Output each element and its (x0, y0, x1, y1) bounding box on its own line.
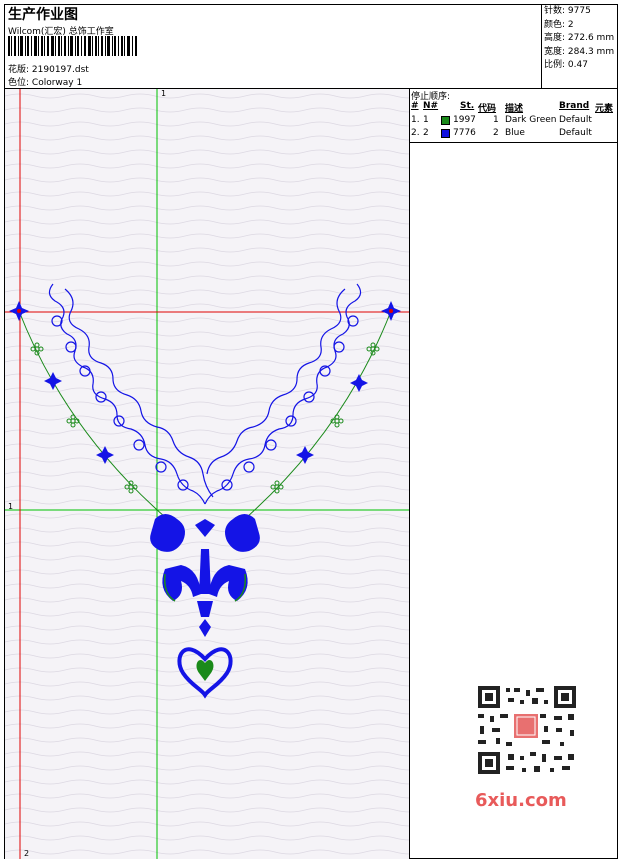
table-row[interactable]: 2. 2 7776 2 Blue Default (411, 128, 617, 140)
colorway-name: Colorway 1 (31, 78, 83, 88)
stat-stitches: 针数: 9775 (544, 5, 616, 19)
axis-label-bottom: 2 (24, 849, 30, 858)
stat-value: 0.47 (567, 60, 588, 70)
col-header: 描述 (505, 104, 524, 114)
axis-label-top: 1 (161, 89, 167, 98)
color-swatch (441, 129, 450, 141)
qr-code (470, 680, 582, 780)
stat-label: 颜色: (544, 19, 566, 30)
stat-value: 272.6 mm (567, 33, 615, 43)
stat-value: 9775 (567, 6, 591, 16)
embroidery-preview (5, 89, 409, 859)
col-header: 代码 (478, 104, 497, 114)
barcode (8, 36, 137, 56)
col-header: St. (460, 101, 475, 111)
row-description: Blue (505, 128, 525, 138)
design-label: 花版: (8, 65, 30, 75)
col-header: Brand (559, 101, 590, 111)
row-index: 2. (411, 128, 420, 138)
design-canvas[interactable]: 1 1 2 (5, 89, 410, 859)
table-row[interactable]: 1. 1 1997 1 Dark Green Default (411, 115, 617, 127)
colorway-label: 色位: (8, 78, 30, 88)
stats-panel: 针数: 9775 颜色: 2 高度: 272.6 mm 宽度: 284.3 mm… (541, 4, 618, 88)
flower-center-right (389, 309, 393, 313)
design-file: 2190197.dst (31, 65, 89, 75)
stop-sequence-section: 停止顺序: # N# St. 代码 描述 Brand 元素 1. 1 1997 … (410, 89, 618, 143)
stat-value: 2 (567, 19, 574, 30)
table-header: # N# St. 代码 描述 Brand 元素 (411, 101, 617, 114)
col-header: 元素 (595, 104, 614, 114)
axis-label-left: 1 (8, 502, 14, 511)
row-brand: Default (559, 128, 592, 138)
stat-label: 针数: (544, 6, 566, 16)
stat-width: 宽度: 284.3 mm (544, 46, 616, 60)
color-swatch (441, 116, 450, 128)
row-needle: 1 (423, 115, 429, 125)
stat-label: 高度: (544, 33, 566, 43)
qr-center-seal (514, 714, 538, 738)
row-index: 1. (411, 115, 420, 125)
stat-height: 高度: 272.6 mm (544, 32, 616, 46)
row-stitches: 1997 (453, 115, 476, 125)
stat-scale: 比例: 0.47 (544, 59, 616, 73)
stat-label: 宽度: (544, 46, 566, 57)
row-description: Dark Green (505, 115, 557, 125)
colorway-row: 色位: Colorway 1 (8, 75, 82, 88)
row-needle: 2 (423, 128, 429, 138)
col-header: # (411, 101, 419, 111)
col-header: N# (423, 101, 439, 111)
design-file-row: 花版: 2190197.dst (8, 62, 89, 75)
row-code: 1 (493, 115, 499, 125)
flower-center-left (17, 309, 21, 313)
row-stitches: 7776 (453, 128, 476, 138)
watermark-logo: 6xiu.com (475, 790, 567, 811)
stat-colors: 颜色: 2 (544, 19, 616, 33)
stat-label: 比例: (544, 60, 566, 70)
stat-value: 284.3 mm (567, 46, 615, 57)
row-brand: Default (559, 115, 592, 125)
row-code: 2 (493, 128, 499, 138)
page-title: 生产作业图 (8, 7, 78, 23)
